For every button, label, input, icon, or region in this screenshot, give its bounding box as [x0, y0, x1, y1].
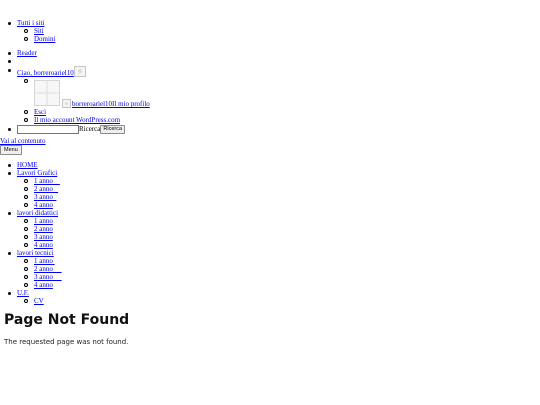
avatar-small-icon — [73, 66, 86, 77]
submenu-item: 2 anno — [0, 225, 62, 233]
admin-menu-item-account: Ciao, borreroariel10 borreroariel10Il mi… — [0, 66, 150, 124]
profile-label: Il mio profilo — [112, 100, 150, 108]
submenu-lavori-tecnici: 1 anno 2 anno 3 anno 4 anno — [0, 257, 62, 289]
all-sites-submenu: Siti Domini — [0, 27, 55, 43]
submenu-item-logout: Esci — [0, 108, 150, 116]
search-label: Ricerca — [79, 125, 101, 134]
nav-sublink-trailing[interactable] — [53, 265, 62, 273]
admin-menu-item-reader: Reader — [0, 49, 37, 57]
submenu-item-sites: Siti — [0, 27, 55, 35]
admin-menu-item-empty — [0, 57, 37, 65]
nav-sublink-grafici-1[interactable]: 1 anno — [34, 177, 53, 185]
submenu-item: 3 anno — [0, 193, 62, 201]
nav-overflow-clip — [0, 301, 540, 303]
all-sites-link[interactable]: Tutti i siti — [17, 19, 44, 27]
submenu-lavori-grafici: 1 anno 2 anno 3 anno 4 anno — [0, 177, 62, 209]
admin-menu-item-all-sites: Tutti i siti Siti Domini — [0, 19, 55, 43]
submenu-item: 1 anno — [0, 257, 62, 265]
submenu-item-wpcom-account: Il mio account WordPress.com — [0, 116, 150, 124]
nav-sublink-didattici-1[interactable]: 1 anno — [34, 217, 53, 225]
submenu-item-profile: borreroariel10Il mio profilo — [0, 77, 150, 108]
nav-link-home[interactable]: HOME — [17, 161, 38, 169]
nav-sublink-trailing[interactable] — [53, 177, 60, 185]
nav-sublink-tecnici-4[interactable]: 4 anno — [34, 281, 53, 289]
nav-sublink-trailing[interactable] — [53, 257, 55, 265]
submenu-item: 3 anno — [0, 273, 62, 281]
menu-toggle-button[interactable]: Menu — [0, 145, 22, 155]
admin-menu-item-search: Ricerca Ricerca — [0, 125, 150, 134]
nav-item-lavori-grafici: Lavori Grafici 1 anno 2 anno 3 anno 4 an… — [0, 169, 62, 209]
skip-to-content-link[interactable]: Vai al contenuto — [0, 137, 46, 145]
profile-link[interactable]: borreroariel10Il mio profilo — [34, 80, 150, 108]
greeting-link[interactable]: Ciao, borreroariel10 — [17, 66, 86, 77]
submenu-item-domains: Domini — [0, 35, 55, 43]
nav-sublink-grafici-2[interactable]: 2 anno — [34, 185, 53, 193]
nav-sublink-trailing[interactable] — [53, 273, 62, 281]
nav-sublink-didattici-3[interactable]: 3 anno — [34, 233, 53, 241]
search-input[interactable] — [17, 125, 79, 134]
nav-item-lavori-tecnici: lavori tecnici 1 anno 2 anno 3 anno 4 an… — [0, 249, 62, 289]
submenu-item: 1 anno — [0, 217, 62, 225]
broken-image-icon — [62, 99, 71, 108]
nav-sublink-grafici-4[interactable]: 4 anno — [34, 201, 53, 209]
logout-link[interactable]: Esci — [34, 108, 46, 116]
nav-sublink-tecnici-2[interactable]: 2 anno — [34, 265, 53, 273]
submenu-item: 3 anno — [0, 233, 62, 241]
account-submenu: borreroariel10Il mio profilo Esci Il mio… — [0, 77, 150, 124]
page-title: Page Not Found — [4, 312, 130, 328]
nav-sublink-didattici-2[interactable]: 2 anno — [34, 225, 53, 233]
nav-sublink-trailing[interactable] — [53, 185, 58, 193]
primary-nav: HOME Lavori Grafici 1 anno 2 anno 3 anno… — [0, 161, 62, 305]
avatar-large-icon — [34, 80, 60, 106]
nav-link-lavori-grafici[interactable]: Lavori Grafici — [17, 169, 57, 177]
greeting-text: Ciao, borreroariel10 — [17, 69, 74, 77]
profile-username: borreroariel10 — [72, 100, 113, 108]
nav-sublink-trailing[interactable] — [53, 193, 57, 201]
submenu-item: 2 anno — [0, 185, 62, 193]
submenu-item: 2 anno — [0, 265, 62, 273]
nav-link-uf[interactable]: U.F. — [17, 289, 29, 297]
submenu-lavori-didattici: 1 anno 2 anno 3 anno 4 anno — [0, 217, 62, 249]
domains-link[interactable]: Domini — [34, 35, 55, 43]
reader-link[interactable]: Reader — [17, 49, 37, 57]
nav-link-lavori-tecnici[interactable]: lavori tecnici — [17, 249, 54, 257]
admin-account-menu: Ciao, borreroariel10 borreroariel10Il mi… — [0, 66, 150, 134]
nav-sublink-tecnici-3[interactable]: 3 anno — [34, 273, 53, 281]
submenu-item: 4 anno — [0, 241, 62, 249]
nav-sublink-didattici-4[interactable]: 4 anno — [34, 241, 53, 249]
search-button[interactable]: Ricerca — [100, 125, 126, 134]
nav-item-home: HOME — [0, 161, 62, 169]
admin-sites-menu: Tutti i siti Siti Domini — [0, 19, 55, 43]
submenu-item: 4 anno — [0, 281, 62, 289]
nav-sublink-grafici-3[interactable]: 3 anno — [34, 193, 53, 201]
wpcom-account-link[interactable]: Il mio account WordPress.com — [34, 116, 120, 124]
nav-item-lavori-didattici: lavori didattici 1 anno 2 anno 3 anno 4 … — [0, 209, 62, 249]
submenu-item: 1 anno — [0, 177, 62, 185]
sites-link[interactable]: Siti — [34, 27, 44, 35]
page-message: The requested page was not found. — [4, 338, 129, 346]
submenu-item: 4 anno — [0, 201, 62, 209]
nav-link-lavori-didattici[interactable]: lavori didattici — [17, 209, 58, 217]
admin-reader-menu: Reader — [0, 49, 37, 65]
nav-sublink-tecnici-1[interactable]: 1 anno — [34, 257, 53, 265]
